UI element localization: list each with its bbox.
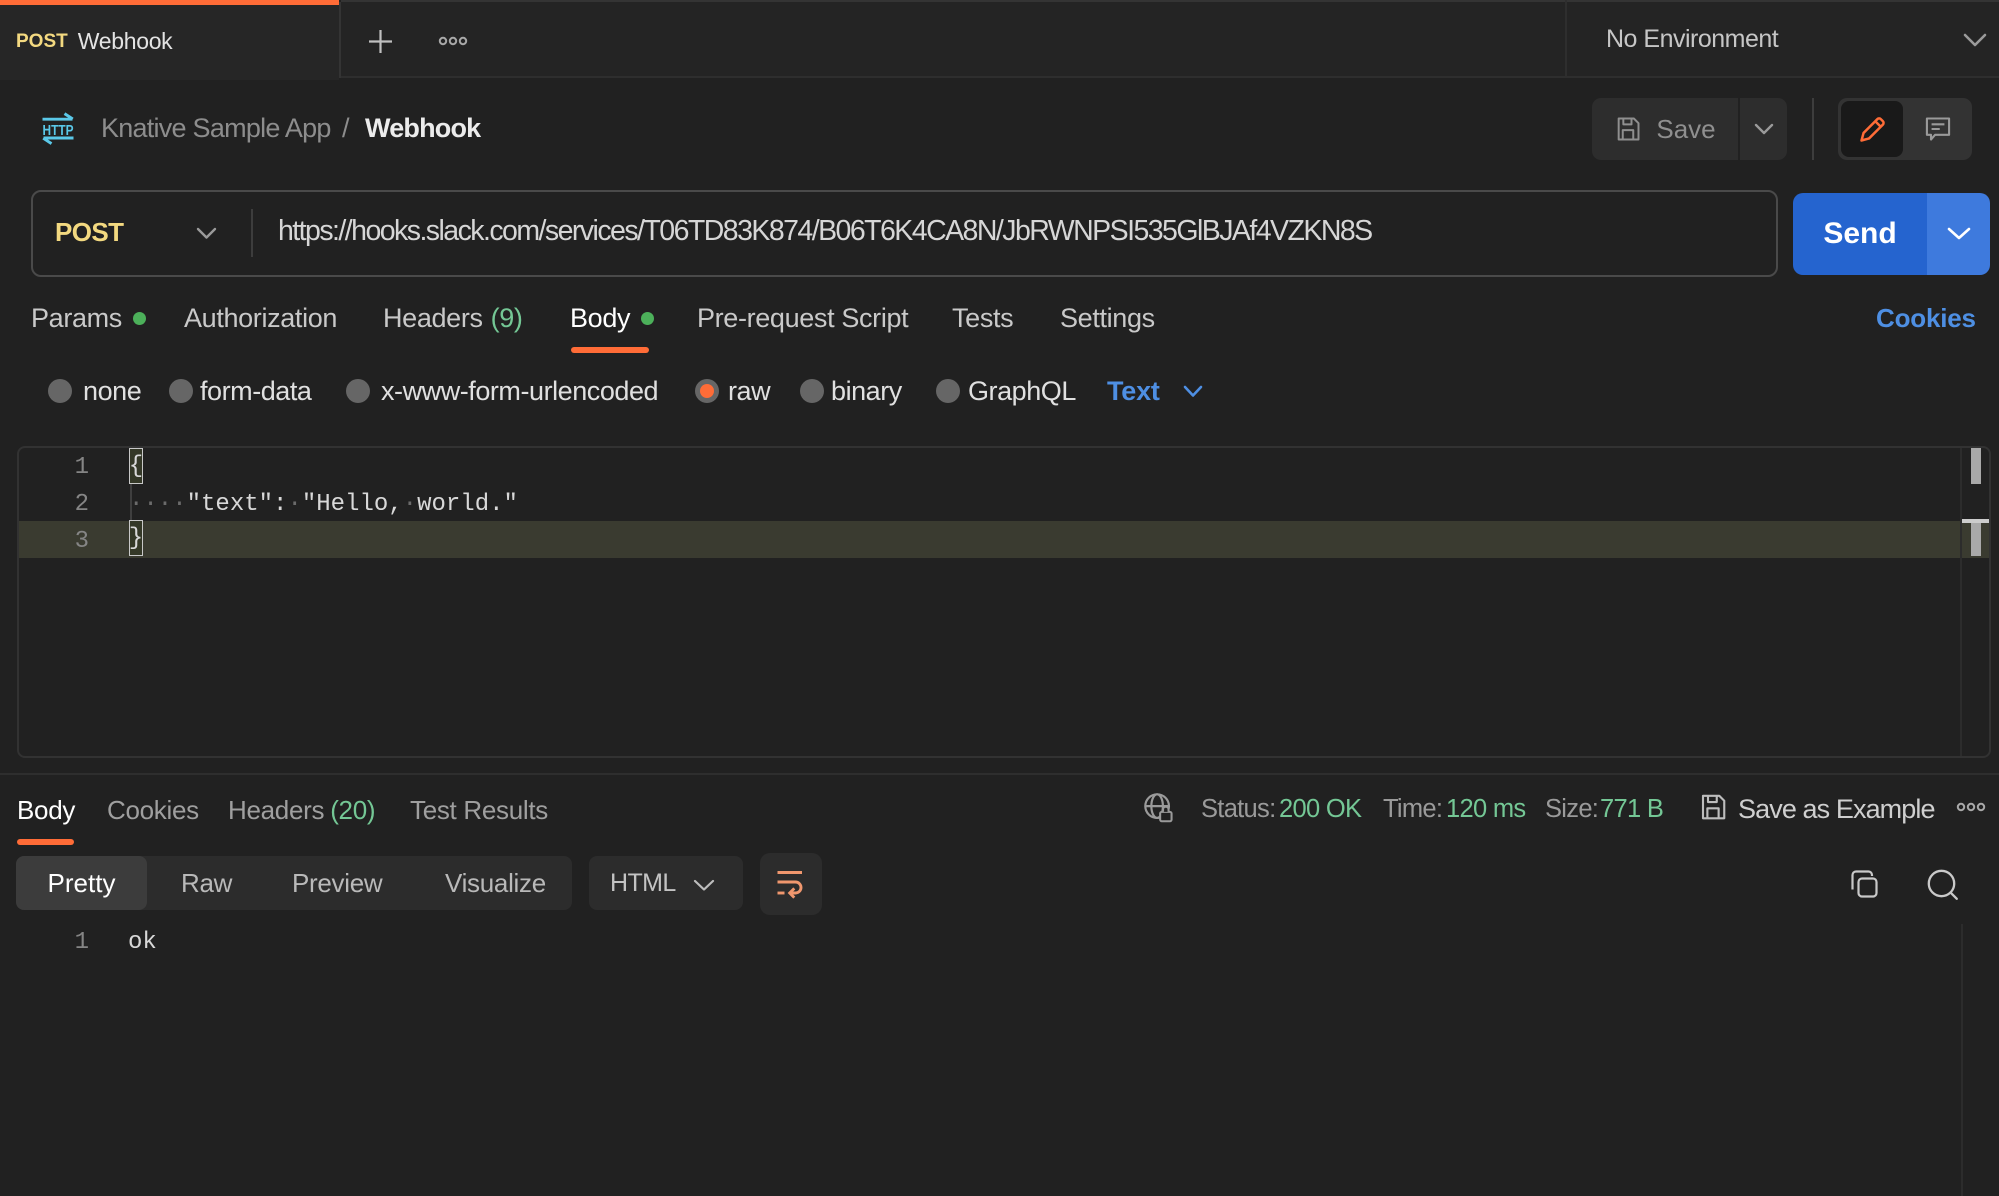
svg-text:HTTP: HTTP (43, 123, 74, 139)
